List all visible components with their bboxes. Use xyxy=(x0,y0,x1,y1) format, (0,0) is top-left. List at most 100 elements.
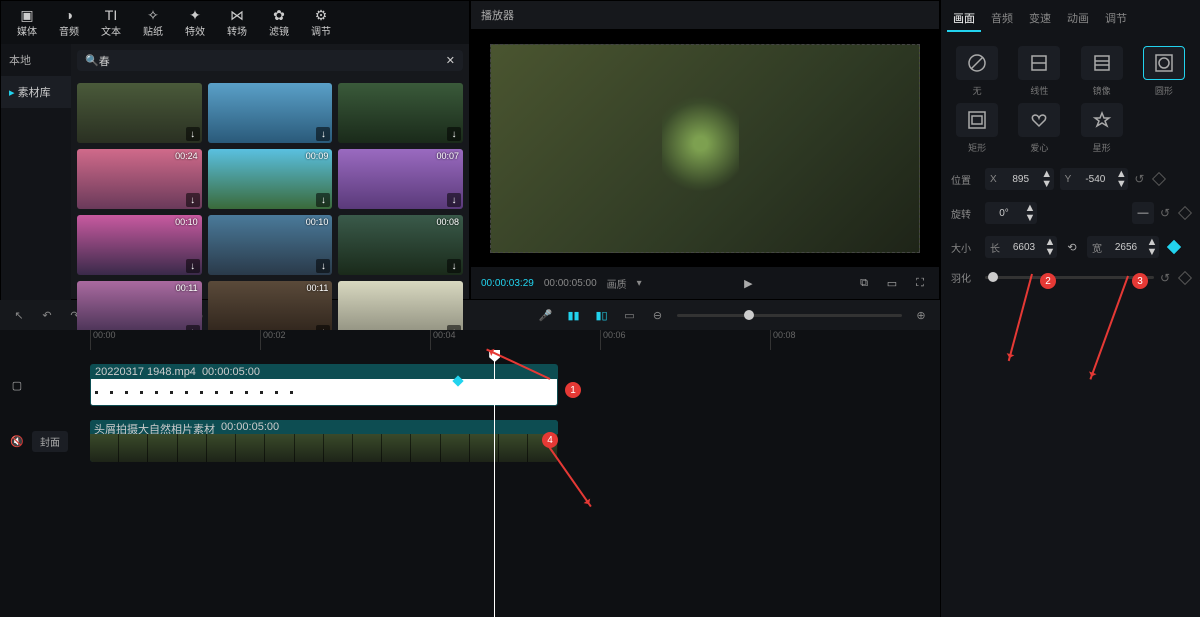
download-icon[interactable]: ↓ xyxy=(316,127,330,141)
fullscreen-icon[interactable]: ⛶ xyxy=(911,274,929,292)
clear-icon[interactable]: ✕ xyxy=(446,54,455,67)
media-thumb[interactable]: ↓ xyxy=(77,83,202,143)
track-overlay: ▢ 20220317 1948.mp400:00:05:00 xyxy=(90,364,940,406)
input-pos-y[interactable]: Y▲▼ xyxy=(1060,168,1129,190)
label-size: 大小 xyxy=(951,240,979,255)
nav-transition[interactable]: ⋈转场 xyxy=(217,5,257,40)
download-icon[interactable]: ↓ xyxy=(316,193,330,207)
download-icon[interactable]: ↓ xyxy=(447,259,461,273)
input-size-h[interactable]: 宽▲▼ xyxy=(1087,236,1159,258)
download-icon[interactable]: ↓ xyxy=(447,127,461,141)
download-icon[interactable]: ↓ xyxy=(186,259,200,273)
preview-viewport[interactable] xyxy=(471,30,939,267)
label-rotation: 旋转 xyxy=(951,206,979,221)
reset-icon[interactable]: ↺ xyxy=(1134,172,1144,186)
shape-none[interactable]: 无 xyxy=(949,46,1005,97)
shape-mirror[interactable]: 镜像 xyxy=(1074,46,1130,97)
shape-star[interactable]: 星形 xyxy=(1074,103,1130,154)
nav-filter[interactable]: ✿滤镜 xyxy=(259,5,299,40)
undo-icon[interactable]: ↶ xyxy=(38,306,56,324)
input-pos-x[interactable]: X▲▼ xyxy=(985,168,1054,190)
nav-sticker[interactable]: ✧贴纸 xyxy=(133,5,173,40)
preview-mode-icon[interactable]: ▭ xyxy=(621,306,639,324)
ptab-adjust[interactable]: 调节 xyxy=(1099,6,1133,32)
filter-icon: ✿ xyxy=(273,7,285,23)
nav-effect[interactable]: ✦特效 xyxy=(175,5,215,40)
label-position: 位置 xyxy=(951,172,979,187)
media-grid[interactable]: ↓ ↓ ↓ 00:24↓ 00:09↓ 00:07↓ 00:10↓ 00:10↓… xyxy=(71,77,469,347)
quality-label[interactable]: 画质 xyxy=(607,276,627,291)
timecode-total: 00:00:05:00 xyxy=(544,278,597,289)
ptab-audio[interactable]: 音频 xyxy=(985,6,1019,32)
zoom-out-icon[interactable]: ⊖ xyxy=(649,306,667,324)
track-main: 🔇封面 头屑拍摄大自然相片素材00:00:05:00 xyxy=(90,420,940,462)
media-thumb[interactable]: 00:09↓ xyxy=(208,149,333,209)
top-nav: ▣媒体 ◑音频 TI文本 ✧贴纸 ✦特效 ⋈转场 ✿滤镜 ⚙调节 xyxy=(1,1,469,44)
reset-icon[interactable]: ↺ xyxy=(1160,206,1170,220)
nav-media[interactable]: ▣媒体 xyxy=(7,5,47,40)
mic-icon[interactable]: 🎤 xyxy=(537,306,555,324)
zoom-slider[interactable] xyxy=(677,314,903,317)
zoom-fit-icon[interactable]: ⊕ xyxy=(912,306,930,324)
preview-frame xyxy=(490,44,921,253)
playhead[interactable] xyxy=(494,350,495,617)
shape-circle[interactable]: 圆形 xyxy=(1136,46,1192,97)
keyframe-toggle[interactable] xyxy=(1152,172,1166,186)
tab-local[interactable]: 本地 xyxy=(1,44,71,76)
timeline-clip[interactable]: 头屑拍摄大自然相片素材00:00:05:00 xyxy=(90,420,558,462)
timeline-clip[interactable]: 20220317 1948.mp400:00:05:00 xyxy=(90,364,558,406)
compare-icon[interactable]: ⧉ xyxy=(855,274,873,292)
transition-icon: ⋈ xyxy=(230,7,244,23)
reset-icon[interactable]: ↺ xyxy=(1160,271,1170,285)
ptab-speed[interactable]: 变速 xyxy=(1023,6,1057,32)
media-thumb[interactable]: 00:07↓ xyxy=(338,149,463,209)
adjust-icon: ⚙ xyxy=(315,7,328,23)
keyframe-toggle[interactable] xyxy=(1167,240,1181,254)
media-thumb[interactable]: ↓ xyxy=(208,83,333,143)
media-thumb[interactable]: 00:24↓ xyxy=(77,149,202,209)
feather-slider[interactable] xyxy=(985,276,1154,279)
input-rotation[interactable]: ▲▼ xyxy=(985,202,1037,224)
media-thumb[interactable]: 00:10↓ xyxy=(77,215,202,275)
text-icon: TI xyxy=(105,7,117,23)
download-icon[interactable]: ↓ xyxy=(186,127,200,141)
chevron-down-icon[interactable]: ▼ xyxy=(1040,179,1054,189)
search-icon: 🔍 xyxy=(85,54,99,67)
track-toggle-icon[interactable]: ▢ xyxy=(8,376,26,394)
input-size-w[interactable]: 长▲▼ xyxy=(985,236,1057,258)
magnet-on-icon[interactable]: ▮▮ xyxy=(565,306,583,324)
keyframe-toggle[interactable] xyxy=(1178,206,1192,220)
preview-title: 播放器 xyxy=(471,1,939,30)
media-thumb[interactable]: 00:10↓ xyxy=(208,215,333,275)
play-button[interactable]: ▶ xyxy=(739,274,757,292)
nav-text[interactable]: TI文本 xyxy=(91,5,131,40)
sticker-icon: ✧ xyxy=(147,7,159,23)
search-input[interactable]: 🔍 ✕ xyxy=(77,50,463,71)
download-icon[interactable]: ↓ xyxy=(186,193,200,207)
shape-rect[interactable]: 矩形 xyxy=(949,103,1005,154)
nav-adjust[interactable]: ⚙调节 xyxy=(301,5,341,40)
shape-heart[interactable]: 爱心 xyxy=(1011,103,1067,154)
time-ruler[interactable]: 00:00 00:02 00:04 00:06 00:08 xyxy=(0,330,940,350)
ptab-anim[interactable]: 动画 xyxy=(1061,6,1095,32)
download-icon[interactable]: ↓ xyxy=(316,259,330,273)
rotation-dial[interactable]: — xyxy=(1132,202,1154,224)
ratio-icon[interactable]: ▭ xyxy=(883,274,901,292)
nav-audio[interactable]: ◑音频 xyxy=(49,5,89,40)
tab-library[interactable]: ▸ 素材库 xyxy=(1,76,71,108)
media-thumb[interactable]: 00:08↓ xyxy=(338,215,463,275)
media-thumb[interactable]: ↓ xyxy=(338,83,463,143)
timecode-current: 00:00:03:29 xyxy=(481,278,534,289)
mute-icon[interactable]: 🔇 xyxy=(8,432,26,450)
keyframe-toggle[interactable] xyxy=(1178,270,1192,284)
media-icon: ▣ xyxy=(20,7,33,23)
link-icon[interactable]: ⟲ xyxy=(1063,238,1081,256)
pointer-icon[interactable]: ↖ xyxy=(10,306,28,324)
download-icon[interactable]: ↓ xyxy=(447,193,461,207)
label-feather: 羽化 xyxy=(951,270,979,285)
shape-linear[interactable]: 线性 xyxy=(1011,46,1067,97)
linkage-icon[interactable]: ▮▯ xyxy=(593,306,611,324)
ptab-picture[interactable]: 画面 xyxy=(947,6,981,32)
effect-icon: ✦ xyxy=(189,7,201,23)
cover-button[interactable]: 封面 xyxy=(32,431,68,452)
